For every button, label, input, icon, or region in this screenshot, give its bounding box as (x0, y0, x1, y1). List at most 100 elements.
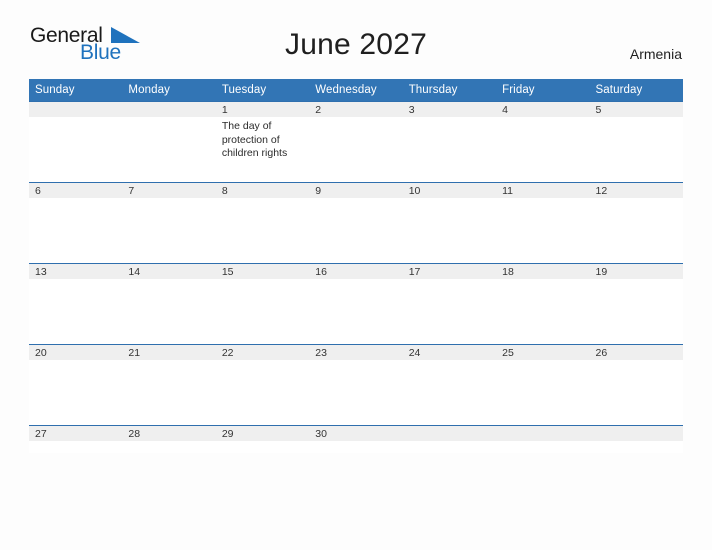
day-14[interactable]: 14 (122, 263, 216, 344)
day-number: 13 (29, 264, 123, 279)
day-empty (29, 101, 123, 182)
day-number: 19 (589, 264, 683, 279)
calendar-day-cell[interactable]: 12 (589, 182, 683, 263)
day-number: 4 (496, 102, 590, 117)
calendar-day-cell[interactable] (29, 101, 123, 182)
day-25[interactable]: 25 (496, 344, 590, 425)
day-9[interactable]: 9 (309, 182, 403, 263)
calendar-day-cell[interactable] (496, 425, 590, 453)
calendar-day-cell[interactable]: 24 (402, 344, 497, 425)
day-number: 28 (122, 426, 216, 441)
calendar-day-cell[interactable] (402, 425, 497, 453)
calendar-day-cell[interactable]: 9 (309, 182, 403, 263)
calendar-day-cell[interactable]: 20 (29, 344, 123, 425)
day-5[interactable]: 5 (589, 101, 683, 182)
calendar-day-cell[interactable]: 26 (589, 344, 683, 425)
calendar-day-cell[interactable]: 18 (496, 263, 590, 344)
calendar-day-cell[interactable]: 3 (402, 101, 497, 182)
calendar-day-cell[interactable]: 5 (589, 101, 683, 182)
day-16[interactable]: 16 (309, 263, 403, 344)
day-12[interactable]: 12 (589, 182, 683, 263)
day-19[interactable]: 19 (589, 263, 683, 344)
calendar-week-row: 20 21 22 23 24 25 26 (29, 344, 683, 425)
day-number: 10 (402, 183, 497, 198)
calendar-day-cell[interactable]: 7 (122, 182, 216, 263)
calendar-day-cell[interactable]: 17 (402, 263, 497, 344)
day-6[interactable]: 6 (29, 182, 123, 263)
calendar-day-cell[interactable]: 21 (122, 344, 216, 425)
day-28[interactable]: 28 (122, 425, 216, 453)
weekday-header-thursday: Thursday (402, 79, 497, 101)
weekday-header-wednesday: Wednesday (309, 79, 403, 101)
day-24[interactable]: 24 (402, 344, 497, 425)
calendar-day-cell[interactable]: 10 (402, 182, 497, 263)
day-3[interactable]: 3 (402, 101, 497, 182)
calendar-day-cell[interactable] (589, 425, 683, 453)
day-10[interactable]: 10 (402, 182, 497, 263)
day-number: 29 (215, 426, 310, 441)
calendar-day-cell[interactable]: 15 (215, 263, 310, 344)
day-number: 15 (215, 264, 310, 279)
calendar-day-cell[interactable]: 8 (215, 182, 310, 263)
day-21[interactable]: 21 (122, 344, 216, 425)
day-empty (589, 425, 683, 453)
day-22[interactable]: 22 (215, 344, 310, 425)
day-number: 11 (496, 183, 590, 198)
day-number (496, 426, 590, 441)
day-2[interactable]: 2 (309, 101, 403, 182)
page-title: June 2027 (285, 28, 427, 61)
day-number: 1 (215, 102, 310, 117)
day-8[interactable]: 8 (215, 182, 310, 263)
day-20[interactable]: 20 (29, 344, 123, 425)
calendar-day-cell[interactable]: 22 (215, 344, 310, 425)
calendar-day-cell[interactable]: 6 (29, 182, 123, 263)
calendar-body: 1 The day of protection of children right… (29, 101, 683, 453)
day-29[interactable]: 29 (215, 425, 310, 453)
day-4[interactable]: 4 (496, 101, 590, 182)
day-number: 17 (402, 264, 497, 279)
day-number: 30 (309, 426, 403, 441)
calendar-day-cell[interactable]: 14 (122, 263, 216, 344)
calendar-day-cell[interactable]: 30 (309, 425, 403, 453)
calendar-day-cell[interactable]: 23 (309, 344, 403, 425)
calendar-day-cell[interactable]: 27 (29, 425, 123, 453)
day-number: 22 (215, 345, 310, 360)
day-23[interactable]: 23 (309, 344, 403, 425)
calendar-day-cell[interactable]: 1 The day of protection of children right… (215, 101, 310, 182)
day-number: 21 (122, 345, 216, 360)
calendar-day-cell[interactable] (122, 101, 216, 182)
day-27[interactable]: 27 (29, 425, 123, 453)
day-number: 9 (309, 183, 403, 198)
day-number: 26 (589, 345, 683, 360)
day-17[interactable]: 17 (402, 263, 497, 344)
day-7[interactable]: 7 (122, 182, 216, 263)
calendar-day-cell[interactable]: 2 (309, 101, 403, 182)
day-number (122, 102, 216, 117)
calendar-day-cell[interactable]: 13 (29, 263, 123, 344)
calendar-day-cell[interactable]: 28 (122, 425, 216, 453)
day-number: 6 (29, 183, 123, 198)
day-15[interactable]: 15 (215, 263, 310, 344)
calendar-grid: Sunday Monday Tuesday Wednesday Thursday… (29, 79, 683, 453)
calendar-day-cell[interactable]: 16 (309, 263, 403, 344)
day-number: 23 (309, 345, 403, 360)
day-number: 8 (215, 183, 310, 198)
day-empty (402, 425, 497, 453)
day-1[interactable]: 1 The day of protection of children right… (215, 101, 310, 182)
day-11[interactable]: 11 (496, 182, 590, 263)
day-13[interactable]: 13 (29, 263, 123, 344)
calendar-day-cell[interactable]: 29 (215, 425, 310, 453)
calendar-day-cell[interactable]: 19 (589, 263, 683, 344)
day-event-label: The day of protection of children rights (221, 120, 288, 159)
day-number: 25 (496, 345, 590, 360)
day-30[interactable]: 30 (309, 425, 403, 453)
calendar-day-cell[interactable]: 4 (496, 101, 590, 182)
calendar-page: General Blue June 2027 Armenia Sunday Mo… (0, 0, 712, 550)
day-18[interactable]: 18 (496, 263, 590, 344)
day-number: 7 (122, 183, 216, 198)
calendar-week-row: 13 14 15 16 17 18 19 (29, 263, 683, 344)
day-number: 24 (402, 345, 497, 360)
calendar-day-cell[interactable]: 25 (496, 344, 590, 425)
day-26[interactable]: 26 (589, 344, 683, 425)
calendar-day-cell[interactable]: 11 (496, 182, 590, 263)
